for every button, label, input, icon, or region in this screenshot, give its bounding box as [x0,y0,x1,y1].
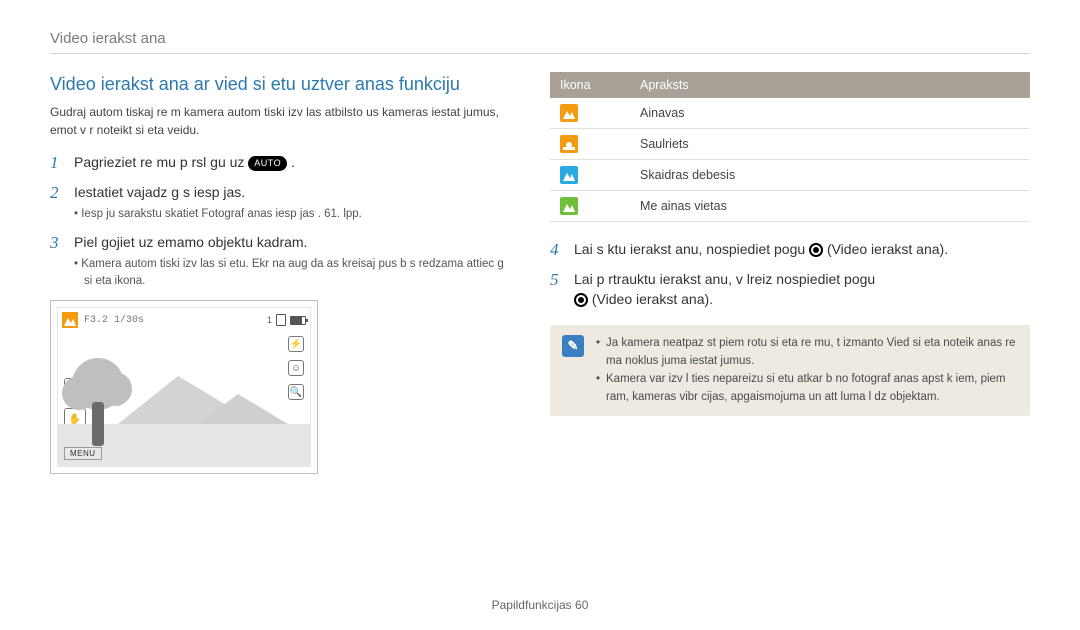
table-row: Skaidras debesis [550,160,1030,191]
right-column: Ikona Apraksts Ainavas Saulriets [550,72,1030,474]
clear-sky-icon [560,166,578,184]
scene-landscape-icon [62,312,78,328]
step-text-b: (Video ierakst ana). [592,291,713,307]
zoom-icon: 🔍 [288,384,304,400]
forest-icon [560,197,578,215]
step-text: Piel gojiet uz emamo objektu kadram. [74,233,510,253]
step-3: 3 Piel gojiet uz emamo objektu kadram. K… [50,233,510,290]
step-5: 5 Lai p rtrauktu ierakst anu, v lreiz no… [550,270,1030,309]
note-line: Ja kamera neatpaz st piem rotu si eta re… [596,335,1018,371]
divider [50,53,1030,54]
page: Video ierakst ana Video ierakst ana ar v… [0,0,1080,630]
illustration-mountain [198,394,288,424]
menu-button-label: MENU [64,447,102,460]
aperture-shutter-label: F3.2 1/30s [84,315,144,326]
table-cell-label: Skaidras debesis [630,160,1030,191]
face-detection-icon: ☺ [288,360,304,376]
step-text: Iestatiet vajadz g s iesp jas. [74,183,510,203]
note-line: Kamera var izv l ties nepareizu si etu a… [596,371,1018,407]
table-row: Ainavas [550,98,1030,129]
step-subtext: Kamera autom tiski izv las si etu. Ekr n… [74,256,510,291]
step-number: 2 [50,183,64,223]
record-button-icon [809,243,823,257]
step-text-b: (Video ierakst ana). [827,241,948,257]
step-subtext: Iesp ju sarakstu skatiet Fotograf anas i… [74,206,510,223]
breadcrumb: Video ierakst ana [50,30,1030,47]
step-text-b: . [291,154,295,170]
table-cell-label: Me ainas vietas [630,191,1030,222]
table-row: Me ainas vietas [550,191,1030,222]
table-row: Saulriets [550,129,1030,160]
step-number: 5 [550,270,564,309]
intro-text: Gudraj autom tiskaj re m kamera autom ti… [50,104,510,139]
page-title: Video ierakst ana ar vied si etu uztver … [50,72,510,96]
flash-icon: ⚡ [288,336,304,352]
step-text-a: Lai p rtrauktu ierakst anu, v lreiz nosp… [574,271,875,287]
memory-card-icon [276,314,286,326]
two-column-layout: Video ierakst ana ar vied si etu uztver … [50,72,1030,474]
info-note: ✎ Ja kamera neatpaz st piem rotu si eta … [550,325,1030,416]
illustration-tree-trunk [92,402,104,446]
scene-icon-table: Ikona Apraksts Ainavas Saulriets [550,72,1030,222]
step-2: 2 Iestatiet vajadz g s iesp jas. Iesp ju… [50,183,510,223]
step-number: 3 [50,233,64,290]
camera-screen-illustration: F3.2 1/30s 1 ⚡ ☺ 🔍 🎬 ✋ [50,300,318,474]
left-column: Video ierakst ana ar vied si etu uztver … [50,72,510,474]
sunset-icon [560,135,578,153]
record-button-icon [574,293,588,307]
page-footer: Papildfunkcijas 60 [0,598,1080,612]
table-header-icon: Ikona [550,72,630,98]
step-text: Lai s ktu ierakst anu, nospiediet pogu (… [574,240,1030,260]
footer-page-number: 60 [575,598,588,612]
step-text-a: Lai s ktu ierakst anu, nospiediet pogu [574,241,805,257]
battery-icon [290,316,306,325]
count-indicator: 1 [267,315,272,325]
table-header-description: Apraksts [630,72,1030,98]
step-text: Pagrieziet re mu p rsl gu uz AUTO . [74,153,510,173]
step-number: 1 [50,153,64,173]
table-cell-label: Ainavas [630,98,1030,129]
mode-auto-badge: AUTO [248,156,287,171]
table-cell-label: Saulriets [630,129,1030,160]
step-4: 4 Lai s ktu ierakst anu, nospiediet pogu… [550,240,1030,260]
step-number: 4 [550,240,564,260]
landscape-icon [560,104,578,122]
step-text-a: Pagrieziet re mu p rsl gu uz [74,154,244,170]
info-icon: ✎ [562,335,584,357]
step-text: Lai p rtrauktu ierakst anu, v lreiz nosp… [574,270,1030,309]
footer-section: Papildfunkcijas [492,598,572,612]
step-1: 1 Pagrieziet re mu p rsl gu uz AUTO . [50,153,510,173]
